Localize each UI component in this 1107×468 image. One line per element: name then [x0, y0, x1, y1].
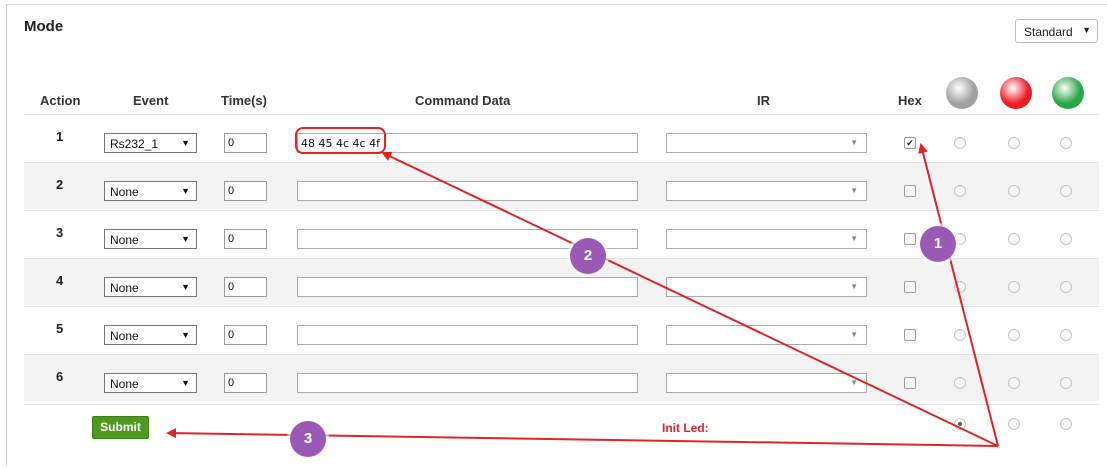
row-action-number: 1 [56, 129, 64, 144]
red-led-radio[interactable] [1008, 185, 1020, 197]
time-input[interactable]: 0 [224, 277, 267, 297]
ir-select[interactable]: ▼ [666, 325, 867, 345]
green-led-radio[interactable] [1060, 233, 1072, 245]
ir-select[interactable]: ▼ [666, 181, 867, 201]
gray-led-icon [946, 77, 978, 109]
header-action: Action [40, 93, 81, 108]
mode-select-value: Standard [1024, 25, 1073, 39]
chevron-down-icon: ▼ [181, 138, 190, 148]
panel-title: Mode [24, 18, 64, 35]
table-row: 5 None ▼ 0 ▼ [24, 306, 1099, 353]
header-command-data: Command Data [415, 93, 511, 108]
chevron-down-icon: ▼ [181, 330, 190, 340]
init-led-gray-radio[interactable] [954, 418, 966, 430]
event-select[interactable]: None ▼ [104, 229, 197, 249]
ir-select[interactable]: ▼ [666, 229, 867, 249]
chevron-down-icon: ▼ [850, 330, 858, 339]
chevron-down-icon: ▼ [181, 282, 190, 292]
table-row: 4 None ▼ 0 ▼ [24, 258, 1099, 305]
gray-led-radio[interactable] [954, 137, 966, 149]
command-data-input[interactable] [297, 181, 638, 201]
chevron-down-icon: ▼ [850, 234, 858, 243]
chevron-down-icon: ▼ [1082, 25, 1091, 35]
chevron-down-icon: ▼ [850, 186, 858, 195]
step-badge-1: 1 [920, 226, 956, 262]
table-row: 1 Rs232_1 ▼ 0 48 45 4c 4c 4f ▼ ✔ [24, 114, 1099, 161]
green-led-radio[interactable] [1060, 185, 1072, 197]
gray-led-radio[interactable] [954, 377, 966, 389]
command-data-input[interactable] [297, 277, 638, 297]
event-select-value: None [110, 185, 139, 199]
hex-checkbox[interactable]: ✔ [904, 137, 916, 149]
ir-select[interactable]: ▼ [666, 133, 867, 153]
row-action-number: 5 [56, 321, 64, 336]
green-led-radio[interactable] [1060, 281, 1072, 293]
red-led-radio[interactable] [1008, 281, 1020, 293]
row-action-number: 6 [56, 369, 64, 384]
header-event: Event [133, 93, 169, 108]
footer-row [24, 404, 1099, 452]
event-select-value: None [110, 233, 139, 247]
chevron-down-icon: ▼ [181, 378, 190, 388]
mode-select[interactable]: Standard ▼ [1015, 19, 1098, 43]
event-select-value: None [110, 329, 139, 343]
gray-led-radio[interactable] [954, 185, 966, 197]
gray-led-radio[interactable] [954, 281, 966, 293]
green-led-radio[interactable] [1060, 329, 1072, 341]
submit-button[interactable]: Submit [92, 416, 149, 439]
chevron-down-icon: ▼ [850, 282, 858, 291]
event-select-value: Rs232_1 [110, 137, 159, 151]
chevron-down-icon: ▼ [181, 186, 190, 196]
ir-select[interactable]: ▼ [666, 277, 867, 297]
step-badge-3: 3 [290, 421, 326, 457]
header-time: Time(s) [221, 93, 267, 108]
step-badge-2: 2 [570, 238, 606, 274]
init-led-green-radio[interactable] [1060, 418, 1072, 430]
hex-checkbox[interactable] [904, 281, 916, 293]
ir-select[interactable]: ▼ [666, 373, 867, 393]
chevron-down-icon: ▼ [850, 378, 858, 387]
red-led-radio[interactable] [1008, 137, 1020, 149]
hex-checkbox[interactable] [904, 185, 916, 197]
red-led-radio[interactable] [1008, 377, 1020, 389]
event-select[interactable]: None ▼ [104, 373, 197, 393]
time-input[interactable]: 0 [224, 133, 267, 153]
header-hex: Hex [898, 93, 922, 108]
table-row: 6 None ▼ 0 ▼ [24, 354, 1099, 401]
event-select-value: None [110, 377, 139, 391]
header-ir: IR [757, 93, 770, 108]
event-select[interactable]: None ▼ [104, 181, 197, 201]
red-led-radio[interactable] [1008, 329, 1020, 341]
hex-checkbox[interactable] [904, 377, 916, 389]
command-data-input[interactable]: 48 45 4c 4c 4f [297, 133, 638, 153]
red-led-icon [1000, 77, 1032, 109]
row-action-number: 2 [56, 177, 64, 192]
event-select-value: None [110, 281, 139, 295]
row-action-number: 3 [56, 225, 64, 240]
event-select[interactable]: None ▼ [104, 277, 197, 297]
time-input[interactable]: 0 [224, 373, 267, 393]
time-input[interactable]: 0 [224, 229, 267, 249]
command-data-input[interactable] [297, 325, 638, 345]
row-action-number: 4 [56, 273, 64, 288]
event-select[interactable]: Rs232_1 ▼ [104, 133, 197, 153]
time-input[interactable]: 0 [224, 325, 267, 345]
chevron-down-icon: ▼ [850, 138, 858, 147]
init-led-red-radio[interactable] [1008, 418, 1020, 430]
command-data-input[interactable] [297, 373, 638, 393]
gray-led-radio[interactable] [954, 329, 966, 341]
time-input[interactable]: 0 [224, 181, 267, 201]
red-led-radio[interactable] [1008, 233, 1020, 245]
event-select[interactable]: None ▼ [104, 325, 197, 345]
green-led-radio[interactable] [1060, 137, 1072, 149]
green-led-icon [1052, 77, 1084, 109]
chevron-down-icon: ▼ [181, 234, 190, 244]
hex-checkbox[interactable] [904, 233, 916, 245]
init-led-label: Init Led: [662, 421, 709, 435]
hex-checkbox[interactable] [904, 329, 916, 341]
green-led-radio[interactable] [1060, 377, 1072, 389]
table-row: 2 None ▼ 0 ▼ [24, 162, 1099, 209]
